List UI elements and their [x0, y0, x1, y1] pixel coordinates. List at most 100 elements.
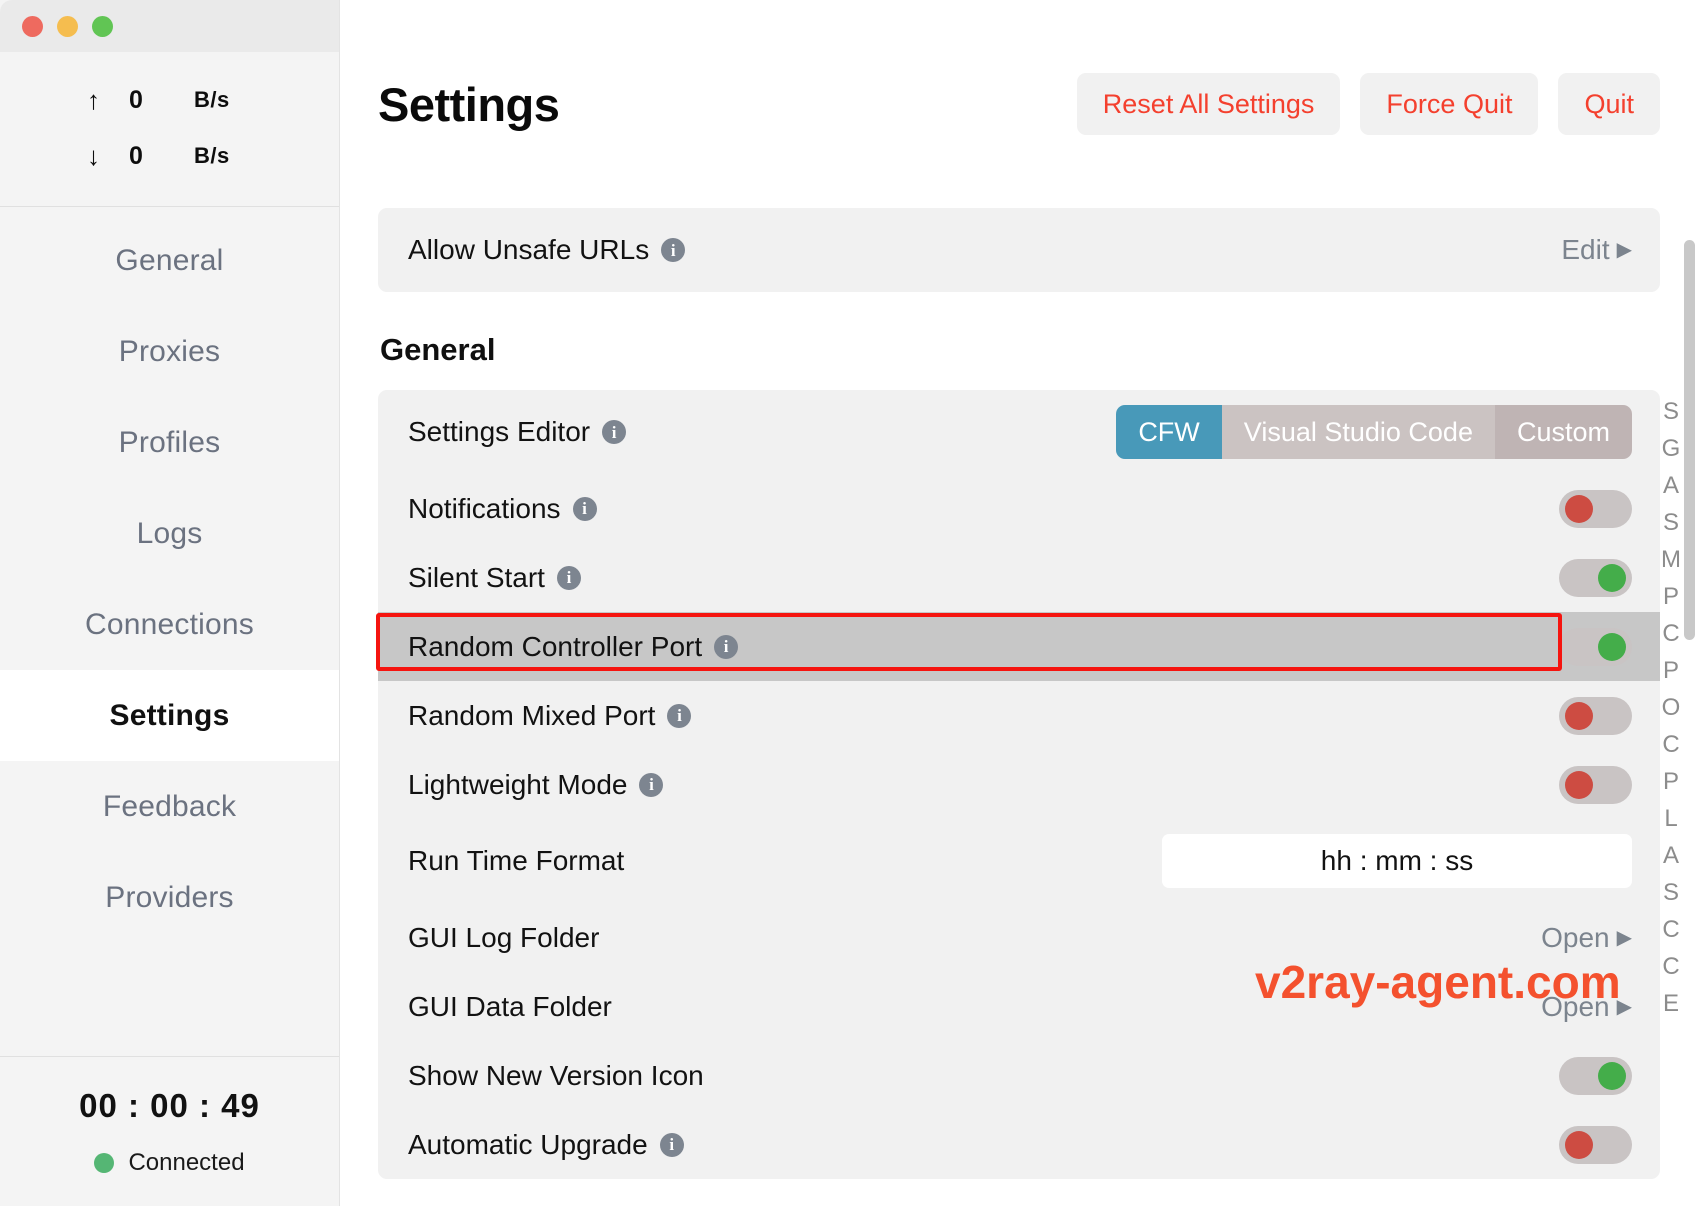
- close-window-button[interactable]: [22, 15, 43, 37]
- index-letter[interactable]: P: [1663, 659, 1679, 683]
- row-control: [1559, 1056, 1632, 1095]
- automatic-upgrade-toggle[interactable]: [1559, 1125, 1632, 1164]
- info-icon[interactable]: i: [659, 1132, 684, 1157]
- index-letter[interactable]: P: [1663, 585, 1679, 609]
- settings-editor-segmented-control[interactable]: CFW Visual Studio Code Custom: [1116, 405, 1632, 459]
- open-gui-data-folder-link[interactable]: Open ▶: [1541, 991, 1632, 1023]
- row-allow-unsafe-urls[interactable]: Allow Unsafe URLs i Edit ▶: [378, 208, 1660, 292]
- silent-start-toggle[interactable]: [1559, 558, 1632, 597]
- index-letter[interactable]: S: [1663, 881, 1679, 905]
- info-icon[interactable]: i: [661, 238, 686, 262]
- row-label-text: Show New Version Icon: [408, 1059, 704, 1091]
- row-silent-start[interactable]: Silent Start i: [378, 543, 1660, 612]
- sidebar-item-connections[interactable]: Connections: [0, 579, 339, 670]
- row-label: Allow Unsafe URLs i: [408, 234, 686, 266]
- index-letter[interactable]: C: [1662, 955, 1679, 979]
- sidebar-item-general[interactable]: General: [0, 215, 339, 306]
- index-letter[interactable]: E: [1663, 992, 1679, 1016]
- open-gui-log-folder-link[interactable]: Open ▶: [1541, 922, 1632, 954]
- row-notifications[interactable]: Notifications i: [378, 474, 1660, 543]
- row-gui-log-folder[interactable]: GUI Log Folder Open ▶: [378, 903, 1660, 972]
- sidebar-item-logs[interactable]: Logs: [0, 488, 339, 579]
- sidebar-item-proxies[interactable]: Proxies: [0, 306, 339, 397]
- upload-speed-value: 0: [129, 85, 143, 114]
- page-title: Settings: [378, 77, 560, 131]
- row-label: Silent Start i: [408, 562, 581, 594]
- row-automatic-upgrade[interactable]: Automatic Upgrade i: [378, 1110, 1660, 1179]
- row-label-text: GUI Log Folder: [408, 921, 600, 953]
- row-show-new-version-icon[interactable]: Show New Version Icon: [378, 1041, 1660, 1110]
- index-letter[interactable]: A: [1663, 474, 1679, 498]
- show-new-version-icon-toggle[interactable]: [1559, 1056, 1632, 1095]
- index-letter[interactable]: G: [1662, 437, 1681, 461]
- row-lightweight-mode[interactable]: Lightweight Mode i: [378, 750, 1660, 819]
- info-icon[interactable]: i: [639, 772, 664, 797]
- row-control: hh : mm : ss: [1162, 834, 1632, 888]
- lightweight-mode-toggle[interactable]: [1559, 765, 1632, 804]
- sidebar-item-label: Connections: [85, 607, 254, 641]
- sidebar: ↑ 0 B/s ↓ 0 B/s General Proxies Profiles…: [0, 0, 340, 1206]
- sidebar-item-feedback[interactable]: Feedback: [0, 761, 339, 852]
- index-letter[interactable]: C: [1662, 733, 1679, 757]
- info-icon[interactable]: i: [556, 565, 581, 590]
- random-mixed-port-toggle[interactable]: [1559, 696, 1632, 735]
- index-letter[interactable]: P: [1663, 770, 1679, 794]
- row-label-text: Notifications: [408, 492, 561, 524]
- random-controller-port-toggle[interactable]: [1559, 627, 1632, 666]
- index-letter[interactable]: S: [1663, 511, 1679, 535]
- reset-all-settings-button[interactable]: Reset All Settings: [1076, 73, 1341, 135]
- row-label: Random Controller Port i: [408, 630, 739, 663]
- index-letter[interactable]: C: [1662, 918, 1679, 942]
- row-run-time-format[interactable]: Run Time Format hh : mm : ss: [378, 819, 1660, 903]
- index-letter[interactable]: S: [1663, 400, 1679, 424]
- notifications-toggle[interactable]: [1559, 489, 1632, 528]
- info-icon[interactable]: i: [572, 496, 597, 521]
- row-label: Automatic Upgrade i: [408, 1129, 684, 1161]
- segment-cfw[interactable]: CFW: [1116, 405, 1222, 459]
- window-titlebar: [0, 0, 339, 52]
- minimize-window-button[interactable]: [57, 15, 78, 37]
- settings-scroll-area[interactable]: Allow Unsafe URLs i Edit ▶ General Setti…: [340, 208, 1700, 1206]
- force-quit-button[interactable]: Force Quit: [1360, 73, 1539, 135]
- run-time-format-input[interactable]: hh : mm : ss: [1162, 834, 1632, 888]
- sidebar-item-label: Logs: [136, 516, 203, 550]
- row-gui-data-folder[interactable]: GUI Data Folder Open ▶: [378, 972, 1660, 1041]
- index-letter[interactable]: C: [1662, 622, 1679, 646]
- page-header: Settings Reset All Settings Force Quit Q…: [340, 0, 1700, 208]
- info-icon[interactable]: i: [667, 703, 692, 728]
- index-letter[interactable]: L: [1664, 807, 1677, 831]
- open-link-label: Open: [1541, 921, 1610, 953]
- sidebar-nav: General Proxies Profiles Logs Connection…: [0, 207, 339, 943]
- row-random-mixed-port[interactable]: Random Mixed Port i: [378, 681, 1660, 750]
- download-speed-unit: B/s: [194, 143, 230, 168]
- info-icon[interactable]: i: [602, 420, 627, 444]
- sidebar-item-profiles[interactable]: Profiles: [0, 397, 339, 488]
- row-settings-editor[interactable]: Settings Editor i CFW Visual Studio Code…: [378, 390, 1660, 474]
- info-icon[interactable]: i: [714, 634, 739, 659]
- row-control: Edit ▶: [1561, 234, 1632, 266]
- row-label-text: GUI Data Folder: [408, 990, 612, 1022]
- quit-button[interactable]: Quit: [1558, 73, 1660, 135]
- row-label: Settings Editor i: [408, 416, 627, 448]
- edit-link-label: Edit: [1561, 234, 1610, 265]
- segment-custom[interactable]: Custom: [1494, 405, 1632, 459]
- index-letter[interactable]: O: [1662, 696, 1681, 720]
- edit-link[interactable]: Edit ▶: [1561, 234, 1632, 266]
- row-random-controller-port[interactable]: Random Controller Port i: [378, 612, 1660, 681]
- row-label: GUI Data Folder: [408, 991, 612, 1023]
- sidebar-item-settings[interactable]: Settings: [0, 670, 339, 761]
- sidebar-status-panel: 00 : 00 : 49 Connected: [0, 1056, 339, 1206]
- chevron-right-icon: ▶: [1616, 995, 1632, 1018]
- segment-visual-studio-code[interactable]: Visual Studio Code: [1221, 405, 1495, 459]
- index-letter[interactable]: A: [1663, 844, 1679, 868]
- header-actions: Reset All Settings Force Quit Quit: [1076, 73, 1660, 135]
- row-label-text: Random Controller Port: [408, 630, 703, 662]
- toggle-knob: [1565, 494, 1593, 523]
- maximize-window-button[interactable]: [92, 15, 113, 37]
- upload-speed-row: ↑ 0 B/s: [0, 72, 339, 128]
- sidebar-item-providers[interactable]: Providers: [0, 852, 339, 943]
- row-control: [1559, 696, 1632, 735]
- sidebar-item-label: Feedback: [102, 789, 237, 823]
- index-letter[interactable]: M: [1661, 548, 1681, 572]
- section-index-rail[interactable]: S G A S M P C P O C P L A S C C E: [1654, 400, 1688, 1016]
